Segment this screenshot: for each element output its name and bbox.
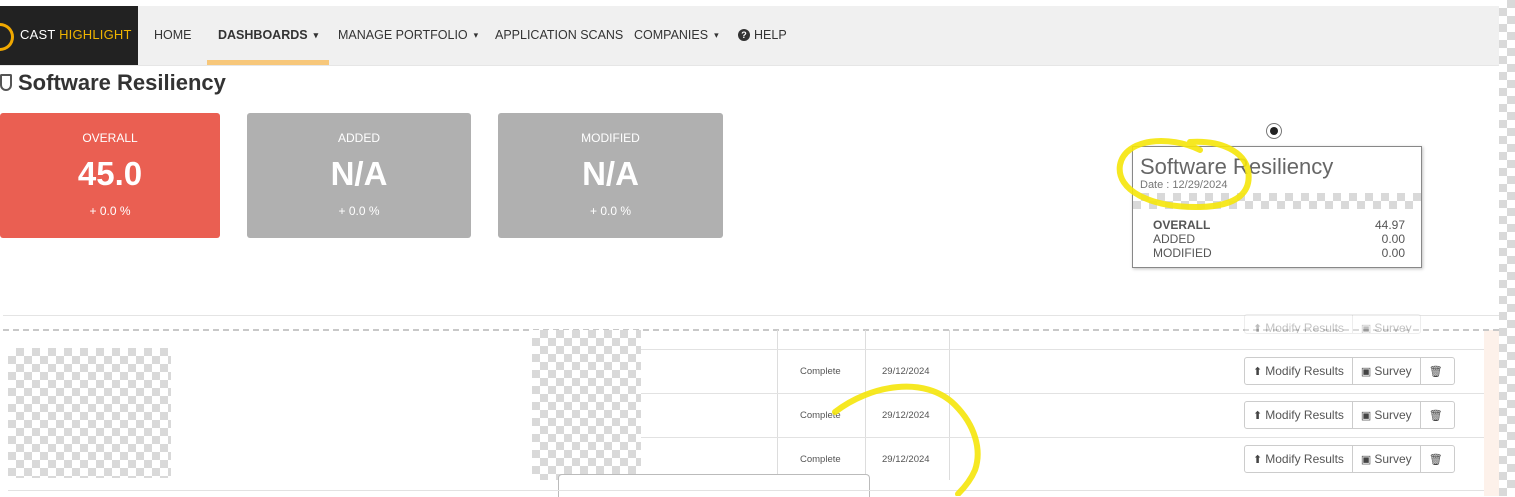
row-actions: ⬆ Modify Results ▣ Survey 🗑 — [1244, 357, 1455, 385]
top-navbar: CAST HIGHLIGHT HOME DASHBOARDS ▾ MANAGE P… — [0, 6, 1499, 66]
transparent-region — [8, 348, 171, 478]
scan-status: Complete — [800, 366, 841, 377]
row-divider — [641, 437, 1484, 438]
chart-data-point[interactable] — [1266, 123, 1282, 139]
upload-icon: ⬆ — [1253, 366, 1263, 378]
row-actions: ⬆ Modify Results ▣ Survey 🗑 — [1244, 401, 1455, 429]
column-divider — [949, 330, 950, 480]
page-title: Software Resiliency — [0, 70, 226, 96]
scan-status: Complete — [800, 454, 841, 465]
shield-icon — [0, 74, 12, 91]
delete-button[interactable]: 🗑 — [1421, 402, 1454, 428]
logo-arc-icon — [0, 23, 14, 51]
briefcase-icon: ▣ — [1360, 323, 1372, 334]
upload-icon: ⬆ — [1253, 454, 1263, 466]
row-divider — [8, 490, 1484, 491]
kpi-overall-card[interactable]: OVERALL 45.0 + 0.0 % — [0, 113, 220, 238]
row-divider — [641, 349, 1484, 350]
kpi-modified-card[interactable]: MODIFIED N/A + 0.0 % — [498, 113, 723, 238]
scan-status: Complete — [800, 410, 841, 421]
column-divider — [777, 330, 778, 480]
page-edge — [1484, 330, 1499, 496]
row-actions-partial: ⬆ Modify Results ▣ Survey — [1244, 314, 1421, 334]
logo-word-1: CAST — [20, 27, 56, 42]
row-divider — [641, 393, 1484, 394]
transparent-margin — [1499, 0, 1515, 496]
kpi-label: ADDED — [337, 131, 380, 145]
nav-manage-portfolio[interactable]: MANAGE PORTFOLIO ▾ — [338, 6, 478, 65]
kpi-label: MODIFIED — [581, 131, 640, 145]
chevron-down-icon: ▾ — [473, 30, 479, 40]
logo-word-2: HIGHLIGHT — [59, 27, 132, 42]
tooltip-title: Software Resiliency — [1140, 154, 1334, 179]
modify-results-button[interactable]: ⬆ Modify Results — [1245, 358, 1353, 384]
delete-button[interactable]: 🗑 — [1421, 446, 1454, 472]
scan-date: 29/12/2024 — [882, 454, 930, 465]
kpi-change: + 0.0 % — [589, 204, 632, 218]
kpi-change: + 0.0 % — [89, 204, 131, 218]
survey-button[interactable]: ▣ Survey — [1353, 446, 1421, 472]
nav-home[interactable]: HOME — [154, 6, 192, 65]
nav-dashboards[interactable]: DASHBOARDS ▾ — [218, 6, 318, 65]
kpi-label: OVERALL — [82, 131, 138, 145]
delete-button[interactable]: 🗑 — [1421, 358, 1454, 384]
nav-companies[interactable]: COMPANIES ▾ — [634, 6, 719, 65]
trash-icon: 🗑 — [1428, 454, 1443, 466]
kpi-change: + 0.0 % — [338, 204, 380, 218]
briefcase-icon: ▣ — [1360, 454, 1372, 466]
dropdown-panel-edge — [558, 474, 870, 497]
trash-icon: 🗑 — [1428, 410, 1443, 422]
transparent-region — [532, 330, 641, 480]
modify-results-button[interactable]: ⬆ Modify Results — [1245, 402, 1353, 428]
scan-date: 29/12/2024 — [882, 366, 930, 377]
row-actions: ⬆ Modify Results ▣ Survey 🗑 — [1244, 445, 1455, 473]
survey-button[interactable]: ▣ Survey — [1353, 402, 1421, 428]
chart-tooltip: Software Resiliency Date : 12/29/2024 OV… — [1132, 146, 1422, 268]
column-divider — [865, 330, 866, 480]
tooltip-divider — [1133, 193, 1421, 209]
upload-icon: ⬆ — [1253, 410, 1263, 422]
chevron-down-icon: ▾ — [714, 30, 719, 40]
briefcase-icon: ▣ — [1360, 366, 1372, 378]
kpi-added-card[interactable]: ADDED N/A + 0.0 % — [247, 113, 471, 238]
upload-icon: ⬆ — [1253, 323, 1263, 334]
active-tab-indicator — [207, 60, 329, 65]
chevron-down-icon: ▾ — [313, 30, 319, 40]
trash-icon: 🗑 — [1428, 366, 1443, 378]
kpi-value: N/A — [330, 155, 388, 192]
tooltip-date: Date : 12/29/2024 — [1140, 179, 1228, 191]
survey-button[interactable]: ▣ Survey — [1353, 358, 1421, 384]
cast-highlight-logo[interactable]: CAST HIGHLIGHT — [0, 6, 138, 65]
nav-application-scans[interactable]: APPLICATION SCANS — [495, 6, 623, 65]
nav-help[interactable]: ? HELP — [738, 6, 787, 65]
kpi-value: 45.0 — [77, 155, 143, 192]
kpi-value: N/A — [582, 155, 639, 192]
scan-date: 29/12/2024 — [882, 410, 930, 421]
modify-results-button[interactable]: ⬆ Modify Results — [1245, 446, 1353, 472]
briefcase-icon: ▣ — [1360, 410, 1372, 422]
question-circle-icon: ? — [738, 29, 750, 41]
